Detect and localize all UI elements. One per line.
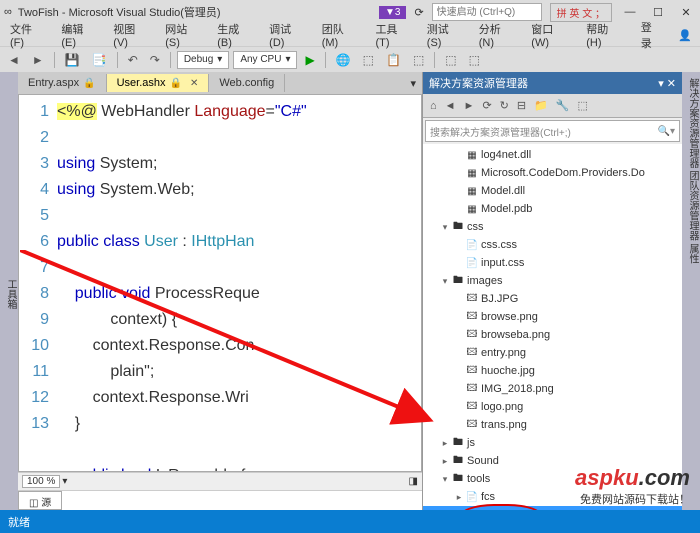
app-icon: ∞	[4, 6, 12, 18]
menu-website[interactable]: 网站(S)	[159, 19, 207, 51]
lock-icon: 🔒	[83, 78, 95, 89]
tree-item[interactable]: ▾🖿css	[423, 218, 682, 236]
toolbox-panel-tab[interactable]: 工具箱	[0, 72, 18, 510]
menu-window[interactable]: 窗口(W)	[525, 19, 576, 51]
zoom-level[interactable]: 100 %	[22, 475, 60, 488]
tab-web-config[interactable]: Web.config	[209, 74, 285, 92]
start-debug-button[interactable]: ▶	[301, 51, 318, 69]
tree-item[interactable]: ▦Model.pdb	[423, 200, 682, 218]
nav-back-button[interactable]: ◄	[4, 51, 24, 69]
save-all-button[interactable]: 📑	[88, 51, 111, 69]
right-panel-tabs[interactable]: 解决方案资源管理器 团队资源管理器 属性	[682, 72, 700, 510]
tree-item[interactable]: 🖾trans.png	[423, 416, 682, 434]
explorer-title-bar[interactable]: 解决方案资源管理器 ▾ ✕	[423, 72, 682, 94]
menu-view[interactable]: 视图(V)	[107, 19, 155, 51]
tree-item[interactable]: 🖾IMG_2018.png	[423, 380, 682, 398]
search-dropdown-icon[interactable]: 🔍▾	[658, 126, 675, 137]
tree-item[interactable]: 🖾huoche.jpg	[423, 362, 682, 380]
source-view-tab[interactable]: ◫ 源	[18, 491, 62, 510]
tb-misc-3[interactable]: ⬚	[409, 51, 428, 69]
code-editor[interactable]: 12345678910111213 <%@ WebHandler Languag…	[18, 94, 422, 472]
collapse-icon[interactable]: ⊟	[514, 97, 529, 114]
menu-help[interactable]: 帮助(H)	[580, 19, 629, 51]
pin-icon[interactable]: ▾	[658, 78, 664, 90]
editor-footer: 100 % ▾ ◨	[18, 472, 422, 490]
document-tabs: Entry.aspx🔒 User.ashx🔒✕ Web.config ▾	[18, 72, 422, 94]
tree-item[interactable]: 🖾BJ.JPG	[423, 290, 682, 308]
back-icon[interactable]: ◄	[442, 98, 459, 114]
tree-item[interactable]: 🖾logo.png	[423, 398, 682, 416]
show-all-icon[interactable]: 📁	[531, 97, 551, 114]
fwd-icon[interactable]: ►	[461, 98, 478, 114]
code-content[interactable]: <%@ WebHandler Language="C#" using Syste…	[57, 95, 421, 471]
tree-item[interactable]: 📄input.css	[423, 254, 682, 272]
menu-team[interactable]: 团队(M)	[316, 19, 366, 51]
explorer-toolbar: ⌂ ◄ ► ⟳ ↻ ⊟ 📁 🔧 ⬚	[423, 94, 682, 118]
tree-item[interactable]: ▦log4net.dll	[423, 146, 682, 164]
solution-explorer: 解决方案资源管理器 ▾ ✕ ⌂ ◄ ► ⟳ ↻ ⊟ 📁 🔧 ⬚ 搜索解决方案资源…	[422, 72, 682, 510]
lock-icon: 🔒	[170, 78, 182, 89]
watermark: aspku.com 免费网站源码下载站！	[575, 465, 690, 507]
notification-badge[interactable]: ▼3	[379, 6, 406, 19]
tree-item[interactable]: 📄css.css	[423, 236, 682, 254]
config-dropdown[interactable]: Debug▾	[177, 51, 230, 69]
save-button[interactable]: 💾	[61, 51, 84, 69]
menu-bar: 文件(F) 编辑(E) 视图(V) 网站(S) 生成(B) 调试(D) 团队(M…	[0, 24, 700, 46]
tb-misc-5[interactable]: ⬚	[465, 51, 484, 69]
menu-debug[interactable]: 调试(D)	[263, 19, 312, 51]
explorer-search-input[interactable]: 搜索解决方案资源管理器(Ctrl+;) 🔍▾	[425, 120, 680, 142]
status-bar: 就绪	[0, 510, 700, 533]
preview-icon[interactable]: ⬚	[575, 97, 591, 114]
tree-item[interactable]: ▦Microsoft.CodeDom.Providers.Do	[423, 164, 682, 182]
tb-misc-2[interactable]: 📋	[382, 51, 405, 69]
tabs-overflow-button[interactable]: ▾	[404, 77, 422, 90]
menu-analyze[interactable]: 分析(N)	[473, 19, 522, 51]
properties-icon[interactable]: 🔧	[553, 97, 573, 114]
redo-button[interactable]: ↷	[146, 51, 164, 69]
user-icon[interactable]: 👤	[674, 29, 696, 42]
close-button[interactable]: ✕	[676, 6, 696, 19]
split-icon[interactable]: ◨	[409, 476, 418, 487]
platform-dropdown[interactable]: Any CPU▾	[233, 51, 297, 69]
menu-build[interactable]: 生成(B)	[211, 19, 259, 51]
tree-item[interactable]: 🖾entry.png	[423, 344, 682, 362]
tab-entry-aspx[interactable]: Entry.aspx🔒	[18, 74, 107, 92]
tab-user-ashx[interactable]: User.ashx🔒✕	[107, 74, 210, 92]
tb-misc-1[interactable]: ⬚	[359, 51, 378, 69]
menu-edit[interactable]: 编辑(E)	[55, 19, 103, 51]
undo-button[interactable]: ↶	[124, 51, 142, 69]
view-tabs: ◫ 源	[18, 490, 422, 510]
tree-item[interactable]: ▾🖿images	[423, 272, 682, 290]
status-text: 就绪	[8, 514, 30, 530]
tree-item[interactable]: ▸🖿js	[423, 434, 682, 452]
line-number-gutter: 12345678910111213	[19, 95, 57, 471]
signin-button[interactable]: 登录	[633, 17, 671, 53]
tree-item[interactable]: 🖾browse.png	[423, 308, 682, 326]
refresh-icon[interactable]: ↻	[497, 97, 512, 114]
tree-item[interactable]: ▦Model.dll	[423, 182, 682, 200]
refresh-icon[interactable]: ⟳	[414, 6, 423, 19]
tb-misc-4[interactable]: ⬚	[441, 51, 460, 69]
tree-item[interactable]: 🖾browseba.png	[423, 326, 682, 344]
menu-test[interactable]: 测试(S)	[421, 19, 469, 51]
explorer-title: 解决方案资源管理器	[429, 75, 528, 91]
menu-tools[interactable]: 工具(T)	[369, 19, 416, 51]
zoom-dropdown-icon[interactable]: ▾	[62, 476, 67, 487]
solution-tree[interactable]: ▦log4net.dll▦Microsoft.CodeDom.Providers…	[423, 144, 682, 510]
sync-icon[interactable]: ⟳	[479, 97, 494, 114]
panel-close-icon[interactable]: ✕	[667, 78, 676, 90]
nav-fwd-button[interactable]: ►	[28, 51, 48, 69]
home-icon[interactable]: ⌂	[427, 98, 440, 114]
tab-close-icon[interactable]: ✕	[190, 78, 198, 89]
browser-link-button[interactable]: 🌐	[332, 51, 355, 69]
window-title: TwoFish - Microsoft Visual Studio(管理员)	[18, 4, 379, 20]
menu-file[interactable]: 文件(F)	[4, 19, 51, 51]
